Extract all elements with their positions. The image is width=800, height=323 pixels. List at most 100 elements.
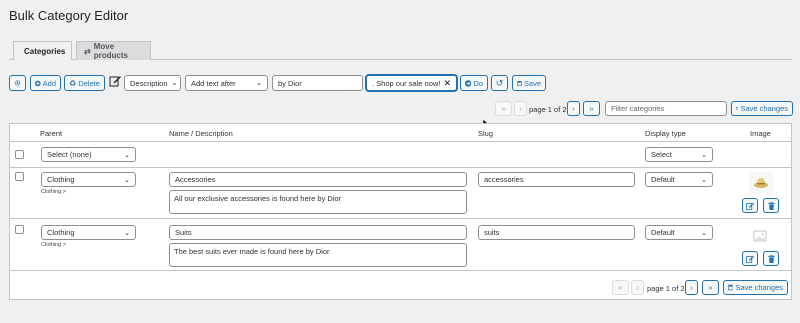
save-button-label: Save [523,78,541,88]
chevron-right-icon: › [572,104,575,113]
edit-image-button[interactable] [742,251,758,266]
chevron-down-icon: ⌄ [171,80,178,87]
row-checkbox[interactable] [15,225,24,234]
edit-image-button[interactable] [742,198,758,213]
do-button[interactable]: Do [460,75,488,91]
row-display-value: Default [651,175,675,184]
do-button-label: Do [473,78,483,88]
row-checkbox[interactable] [15,172,24,181]
recycle-icon: ♻ [69,78,77,88]
edit-icon [109,76,121,87]
delete-button-label: Delete [78,78,100,88]
second-text-value: . Shop our sale now! [372,78,441,88]
delete-image-button[interactable] [763,251,779,266]
page-indicator: page 1 of 2 [529,105,567,114]
add-button[interactable]: Add [30,75,61,91]
chevron-down-icon: ⌄ [124,151,130,159]
tab-categories[interactable]: Categories [13,41,72,60]
floppy-icon [728,284,734,291]
header-image: Image [750,129,771,138]
undo-button[interactable]: ↺ [491,75,508,91]
category-thumbnail [749,172,773,194]
header-name: Name / Description [169,129,233,138]
edit-icon [746,202,754,210]
chevron-left-icon: ‹ [519,104,522,113]
double-chevron-right-icon: » [589,104,594,113]
divider [10,167,791,168]
row-display-select[interactable]: Default ⌄ [645,172,713,187]
row-slug-input[interactable]: accessories [478,172,635,187]
chevron-down-icon: ⌄ [124,176,130,184]
undo-icon: ↺ [495,77,504,88]
chevron-down-icon: ⌄ [256,80,262,87]
display-filter-select[interactable]: Select ⌄ [645,147,713,162]
image-placeholder [753,230,767,242]
image-placeholder-icon [753,230,767,242]
chevron-down-icon: ⌄ [701,229,707,237]
divider [10,141,791,142]
row-description-textarea[interactable]: The best suits ever made is found here b… [169,243,467,267]
next-page-button-bottom[interactable]: › [685,280,698,295]
row-parent-select[interactable]: Clothing ⌄ [41,225,136,240]
clear-icon[interactable]: ✕ [443,78,451,89]
row-description-textarea[interactable]: All our exclusive accessories is found h… [169,190,467,214]
first-page-button-bottom[interactable]: « [612,280,629,295]
field-select[interactable]: Description ⌄ [124,75,181,91]
save-changes-label: Save changes [735,283,783,292]
last-page-button-bottom[interactable]: » [702,280,719,295]
trash-icon [767,254,775,263]
double-chevron-right-icon: » [708,283,713,292]
field-select-value: Description [130,78,168,88]
row-display-select[interactable]: Default ⌄ [645,225,713,240]
save-button[interactable]: Save [512,75,546,91]
text-value-input[interactable]: by Dior [272,75,363,91]
chevron-left-icon: ‹ [636,283,639,292]
settings-button[interactable] [9,75,26,91]
save-changes-button-top[interactable]: Save changes [731,101,793,116]
swap-icon: ⇄ [84,46,91,56]
header-display-type: Display type [645,129,686,138]
row-name-input[interactable]: Accessories [169,172,467,187]
delete-image-button[interactable] [763,198,779,213]
action-select[interactable]: Add text after ⌄ [185,75,268,91]
display-filter-value: Select [651,150,672,159]
row-breadcrumb: Clothing > [41,242,66,248]
row-display-value: Default [651,228,675,237]
second-text-input[interactable]: . Shop our sale now! ✕ [366,75,457,91]
prev-page-button-bottom[interactable]: ‹ [631,280,644,295]
double-chevron-left-icon: « [618,283,623,292]
parent-filter-value: Select (none) [47,150,92,159]
floppy-icon [517,80,522,86]
delete-button[interactable]: ♻ Delete [64,75,105,91]
chevron-down-icon: ⌄ [701,176,707,184]
hat-image-icon [754,178,768,188]
action-select-value: Add text after [191,78,236,88]
tab-categories-label: Categories [24,46,66,56]
next-page-button[interactable]: › [567,101,580,116]
last-page-button[interactable]: » [583,101,600,116]
divider [10,218,791,219]
row-name-input[interactable]: Suits [169,225,467,240]
select-all-checkbox[interactable] [15,150,24,159]
row-parent-select[interactable]: Clothing ⌄ [41,172,136,187]
row-slug-input[interactable]: suits [478,225,635,240]
parent-filter-select[interactable]: Select (none) ⌄ [41,147,136,162]
chevron-down-icon: ⌄ [124,229,130,237]
page-title: Bulk Category Editor [9,8,129,23]
plus-circle-icon [35,80,41,86]
prev-page-button[interactable]: ‹ [514,101,527,116]
floppy-icon [736,107,739,110]
first-page-button[interactable]: « [495,101,512,116]
arrow-circle-icon [465,79,472,87]
header-slug: Slug [478,129,494,138]
save-changes-label: Save changes [740,104,788,113]
gear-icon [14,80,21,86]
filter-categories-input[interactable]: Filter categories [605,101,727,116]
row-breadcrumb: Clothing > [41,189,66,195]
edit-icon [746,255,754,263]
tab-move-products-label: Move products [93,42,128,60]
tab-move-products[interactable]: ⇄ Move products [76,41,151,60]
save-changes-button-bottom[interactable]: Save changes [723,280,788,295]
chevron-down-icon: ⌄ [701,151,707,159]
chevron-right-icon: › [690,283,693,292]
